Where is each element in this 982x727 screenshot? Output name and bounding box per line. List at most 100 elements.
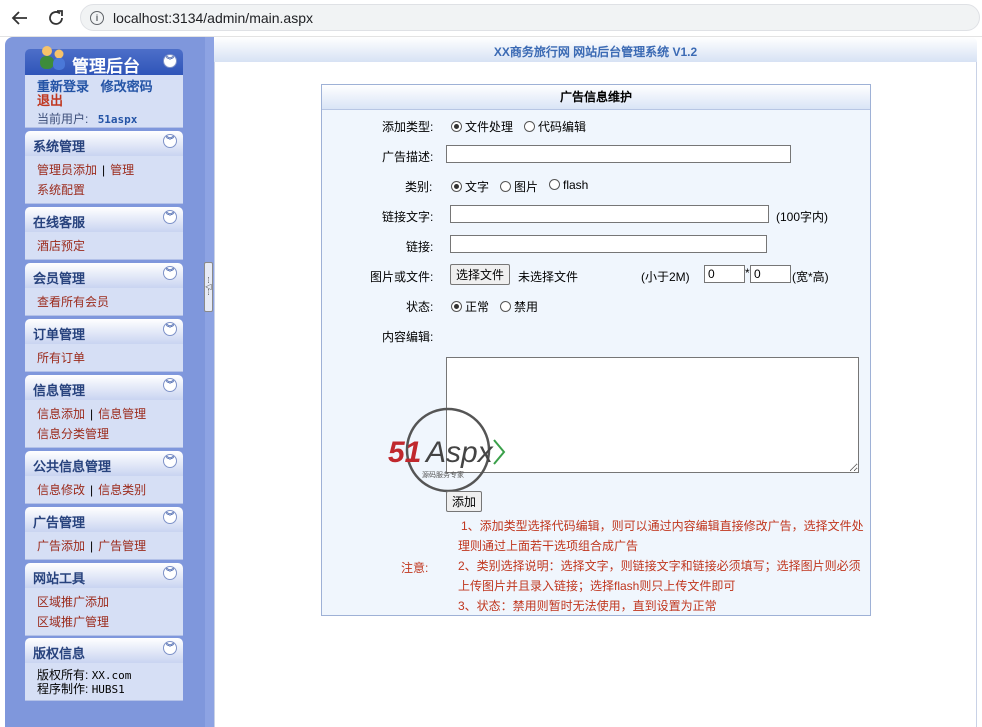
option-label: flash xyxy=(563,178,589,192)
chevron-down-icon[interactable]: ︾ xyxy=(163,454,177,468)
option-label: 图片 xyxy=(514,180,539,194)
back-icon[interactable] xyxy=(8,6,32,30)
section-body-info: 信息添加 | 信息管理 信息分类管理 xyxy=(25,400,183,448)
chevron-down-icon[interactable]: ︾ xyxy=(163,510,177,524)
menu-hotel-booking[interactable]: 酒店预定 xyxy=(37,237,85,254)
chevron-down-icon[interactable]: ︾ xyxy=(163,134,177,148)
menu-view-members[interactable]: 查看所有会员 xyxy=(37,293,109,310)
menu-ad-manage[interactable]: 广告管理 xyxy=(98,539,146,553)
menu-admin-manage[interactable]: 管理 xyxy=(110,163,134,177)
menu-info-manage[interactable]: 信息管理 xyxy=(98,407,146,421)
section-header-members[interactable]: 会员管理 ︾ xyxy=(25,263,183,288)
svg-text:Aspx: Aspx xyxy=(424,436,494,469)
radio-unchecked-icon[interactable] xyxy=(500,181,511,192)
file-size-hint: (小于2M) xyxy=(641,270,690,284)
ad-description-input[interactable] xyxy=(446,145,791,163)
note-line: 2、类别选择说明：选择文字，则链接文字和链接必须填写；选择图片则必须 xyxy=(458,559,861,573)
section-header-tools[interactable]: 网站工具 ︾ xyxy=(25,563,183,588)
form-title: 广告信息维护 xyxy=(322,85,870,110)
status-option-normal[interactable]: 正常 xyxy=(451,298,489,315)
note-line: 3、状态：禁用则暂时无法使用，直到设置为正常 xyxy=(458,599,717,613)
admin-panel-body: 重新登录 修改密码 退出 当前用户: 51aspx xyxy=(25,75,183,128)
admin-panel-title: 管理后台 xyxy=(72,57,140,76)
chevron-down-icon[interactable]: ︾ xyxy=(163,378,177,392)
file-label: 图片或文件: xyxy=(370,270,434,284)
notes-block: 1、添加类型选择代码编辑，则可以通过内容编辑直接修改广告，选择文件处 理则通过上… xyxy=(458,516,864,616)
radio-checked-icon[interactable] xyxy=(451,121,462,132)
option-label: 代码编辑 xyxy=(538,120,587,134)
section-title: 网站工具 xyxy=(33,571,86,586)
menu-ad-add[interactable]: 广告添加 xyxy=(37,539,85,553)
section-header-copyright[interactable]: 版权信息 ︾ xyxy=(25,638,183,663)
change-password-link[interactable]: 修改密码 xyxy=(101,79,153,94)
category-option-image[interactable]: 图片 xyxy=(500,178,538,195)
section-header-orders[interactable]: 订单管理 ︾ xyxy=(25,319,183,344)
chevron-down-icon[interactable]: ︾ xyxy=(163,266,177,280)
menu-info-edit[interactable]: 信息修改 xyxy=(37,483,85,497)
link-label: 链接: xyxy=(406,240,434,254)
add-submit-button[interactable]: 添加 xyxy=(446,491,483,512)
radio-unchecked-icon[interactable] xyxy=(524,121,535,132)
section-body-system: 管理员添加 | 管理 系统配置 xyxy=(25,156,183,204)
category-option-text[interactable]: 文字 xyxy=(451,178,489,195)
section-header-info[interactable]: 信息管理 ︾ xyxy=(25,375,183,400)
page-title: XX商务旅行网 网站后台管理系统 V1.2 xyxy=(493,45,698,59)
chevron-down-icon[interactable]: ︾ xyxy=(163,322,177,336)
category-option-flash[interactable]: flash xyxy=(549,178,588,192)
category-label: 类别: xyxy=(405,180,433,194)
menu-region-promo-manage[interactable]: 区域推广管理 xyxy=(37,613,109,630)
section-body-members: 查看所有会员 xyxy=(25,288,183,316)
section-body-tools: 区域推广添加 区域推广管理 xyxy=(25,588,183,636)
radio-unchecked-icon[interactable] xyxy=(500,301,511,312)
section-title: 版权信息 xyxy=(33,646,86,661)
section-body-online-service: 酒店预定 xyxy=(25,232,183,260)
section-title: 会员管理 xyxy=(33,271,86,286)
menu-info-type[interactable]: 信息类别 xyxy=(98,483,146,497)
height-input[interactable] xyxy=(750,265,791,283)
section-title: 在线客服 xyxy=(33,215,86,230)
add-type-option-code[interactable]: 代码编辑 xyxy=(524,118,586,135)
logout-link[interactable]: 退出 xyxy=(37,90,63,109)
status-option-disabled[interactable]: 禁用 xyxy=(500,298,538,315)
chevron-down-icon[interactable]: ︾ xyxy=(163,641,177,655)
link-input[interactable] xyxy=(450,235,767,253)
radio-checked-icon[interactable] xyxy=(451,301,462,312)
radio-unchecked-icon[interactable] xyxy=(549,179,560,190)
option-label: 文字 xyxy=(465,180,490,194)
svg-text:源码服务专家: 源码服务专家 xyxy=(422,470,464,479)
section-header-public-info[interactable]: 公共信息管理 ︾ xyxy=(25,451,183,476)
link-text-hint: (100字内) xyxy=(776,210,829,224)
choose-file-button[interactable]: 选择文件 xyxy=(450,264,511,285)
section-header-ads[interactable]: 广告管理 ︾ xyxy=(25,507,183,532)
link-text-label: 链接文字: xyxy=(382,210,434,224)
chevron-down-icon[interactable]: ︾ xyxy=(163,566,177,580)
svg-text:51: 51 xyxy=(388,436,421,469)
url-text: localhost:3134/admin/main.aspx xyxy=(113,9,314,26)
section-title: 公共信息管理 xyxy=(33,459,112,474)
section-title: 系统管理 xyxy=(33,139,86,154)
times-sign: * xyxy=(745,266,750,280)
width-input[interactable] xyxy=(704,265,745,283)
reload-icon[interactable] xyxy=(44,6,68,30)
site-info-icon[interactable]: i xyxy=(90,10,104,25)
menu-region-promo-add[interactable]: 区域推广添加 xyxy=(37,593,109,610)
menu-system-config[interactable]: 系统配置 xyxy=(37,181,85,198)
menu-admin-add[interactable]: 管理员添加 xyxy=(37,163,97,177)
add-type-label: 添加类型: xyxy=(382,120,434,134)
sidebar-toggle-handle[interactable]: ⁞ ◁ ⁞ xyxy=(204,262,213,312)
current-user-label: 当前用户: xyxy=(37,112,89,126)
browser-toolbar: i localhost:3134/admin/main.aspx xyxy=(0,0,982,37)
chevron-down-icon[interactable]: ︾ xyxy=(163,210,177,224)
add-type-option-file[interactable]: 文件处理 xyxy=(451,118,513,135)
menu-all-orders[interactable]: 所有订单 xyxy=(37,349,85,366)
link-text-input[interactable] xyxy=(450,205,769,223)
address-bar[interactable]: i localhost:3134/admin/main.aspx xyxy=(80,4,980,31)
chevron-down-icon[interactable]: ︾ xyxy=(163,54,177,68)
section-header-system[interactable]: 系统管理 ︾ xyxy=(25,131,183,156)
section-header-online-service[interactable]: 在线客服 ︾ xyxy=(25,207,183,232)
radio-checked-icon[interactable] xyxy=(451,181,462,192)
content-label: 内容编辑: xyxy=(382,330,434,344)
menu-info-add[interactable]: 信息添加 xyxy=(37,407,85,421)
copyright-author-label: 程序制作: xyxy=(37,682,89,696)
menu-info-category[interactable]: 信息分类管理 xyxy=(37,425,109,442)
